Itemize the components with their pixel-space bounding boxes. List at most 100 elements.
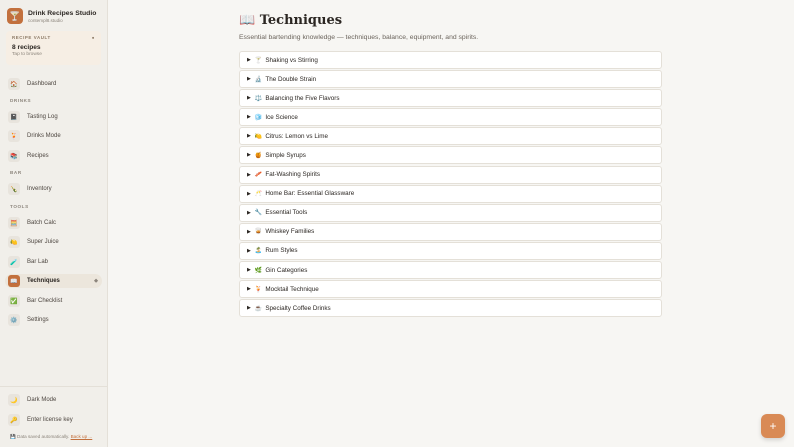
disclosure-triangle-icon: ▶	[247, 247, 251, 254]
wrench-icon: 🔧	[254, 210, 263, 217]
champagne-glasses-icon: 🥂	[254, 191, 263, 198]
moon-icon: 🌙	[8, 394, 20, 406]
notebook-icon: 📓	[8, 111, 20, 123]
sidebar: 🍸 Drink Recipes Studio contempl8.studio …	[0, 0, 108, 447]
disclosure-triangle-icon: ▶	[247, 171, 251, 178]
accordion-item[interactable]: ▶ 🍯 Simple Syrups	[239, 146, 662, 165]
coffee-icon: ☕	[254, 305, 263, 312]
page-title-text: Techniques	[259, 13, 343, 28]
microscope-icon: 🔬	[254, 76, 263, 83]
sidebar-item-label: Techniques	[27, 278, 60, 284]
accordion-item[interactable]: ▶ 🌿 Gin Categories	[239, 261, 662, 280]
accordion-item-label: Mocktail Technique	[265, 285, 319, 293]
accordion-item-label: Simple Syrups	[265, 151, 306, 159]
sidebar-item-dashboard[interactable]: 🏠 Dashboard	[8, 77, 102, 91]
sidebar-item-label: Dashboard	[27, 81, 57, 87]
accordion-item[interactable]: ▶ 🔬 The Double Strain	[239, 70, 662, 89]
accordion-item[interactable]: ▶ 🍹 Mocktail Technique	[239, 280, 662, 299]
sidebar-item-techniques[interactable]: 📖 Techniques ◆	[5, 274, 102, 288]
bacon-icon: 🥓	[254, 172, 263, 179]
sidebar-item-label: Super Juice	[27, 239, 59, 245]
techniques-accordion: ▶ 🍸 Shaking vs Stirring ▶ 🔬 The Double Strain…	[239, 51, 662, 318]
vault-subtitle: Tap to browse	[12, 52, 42, 57]
recipe-vault-card[interactable]: RECIPE VAULT ● 8 recipes Tap to browse	[6, 31, 101, 65]
accordion-item-label: Fat-Washing Spirits	[265, 171, 321, 179]
accordion-item[interactable]: ▶ 🥂 Home Bar: Essential Glassware	[239, 184, 662, 203]
calculator-icon: 🧮	[8, 217, 20, 229]
disclosure-triangle-icon: ▶	[247, 95, 251, 102]
checkbox-icon: ✅	[8, 295, 20, 307]
sidebar-item-label: Inventory	[27, 186, 52, 192]
disclosure-triangle-icon: ▶	[247, 57, 251, 63]
tumbler-glass-icon: 🥃	[254, 229, 263, 236]
lemon-icon: 🍋	[254, 133, 263, 140]
sidebar-item-batch-calc[interactable]: 🧮 Batch Calc	[8, 216, 102, 230]
section-label-drinks: DRINKS	[10, 98, 32, 103]
tropical-drink-icon: 🍹	[254, 286, 263, 293]
accordion-item[interactable]: ▶ 🥃 Whiskey Families	[239, 222, 662, 241]
home-icon: 🏠	[8, 78, 20, 90]
cocktail-icon: 🍹	[8, 130, 20, 142]
sidebar-item-settings[interactable]: ⚙️ Settings	[8, 313, 102, 327]
accordion-item[interactable]: ▶ 🔧 Essential Tools	[239, 203, 662, 222]
accordion-item[interactable]: ▶ 🍸 Shaking vs Stirring	[239, 51, 662, 69]
cocktail-glass-icon: 🍸	[254, 57, 263, 64]
island-icon: 🏝️	[254, 248, 263, 255]
accordion-item-label: Essential Tools	[265, 209, 308, 217]
disclosure-triangle-icon: ▶	[247, 228, 251, 235]
disclosure-triangle-icon: ▶	[247, 209, 251, 216]
brand-title: Drink Recipes Studio	[28, 9, 97, 17]
sidebar-item-drinks-mode[interactable]: 🍹 Drinks Mode	[8, 129, 102, 143]
brand[interactable]: 🍸 Drink Recipes Studio contempl8.studio	[7, 8, 96, 24]
books-icon: 📚	[8, 150, 20, 162]
disclosure-triangle-icon: ▶	[247, 190, 251, 197]
bottle-icon: 🍾	[8, 183, 20, 195]
accordion-item[interactable]: ▶ ⚖️ Balancing the Five Flavors	[239, 89, 662, 108]
plus-icon: +	[769, 419, 777, 433]
disclosure-triangle-icon: ▶	[247, 114, 251, 121]
sidebar-item-super-juice[interactable]: 🍋 Super Juice	[8, 235, 102, 249]
book-icon: 📖	[8, 275, 20, 287]
sidebar-item-bar-checklist[interactable]: ✅ Bar Checklist	[8, 294, 102, 308]
accordion-item-label: Whiskey Families	[265, 228, 315, 236]
sidebar-item-recipes[interactable]: 📚 Recipes	[8, 149, 102, 163]
accordion-item[interactable]: ▶ 🧊 Ice Science	[239, 108, 662, 127]
brand-subtitle: contempl8.studio	[28, 17, 63, 23]
license-key-button[interactable]: 🔑 Enter license key	[8, 413, 102, 427]
gear-icon: ⚙️	[8, 314, 20, 326]
accordion-item-label: Rum Styles	[265, 247, 298, 255]
accordion-item-label: Home Bar: Essential Glassware	[265, 190, 355, 198]
backup-link[interactable]: Back up ...	[71, 434, 93, 439]
autosave-note: 💾 Data saved automatically. Back up ...	[10, 434, 92, 440]
herb-icon: 🌿	[254, 267, 263, 274]
sidebar-item-label: Batch Calc	[27, 220, 57, 226]
lemon-icon: 🍋	[8, 236, 20, 248]
sidebar-item-tasting-log[interactable]: 📓 Tasting Log	[8, 110, 102, 124]
disclosure-triangle-icon: ▶	[247, 76, 251, 83]
accordion-item[interactable]: ▶ 🍋 Citrus: Lemon vs Lime	[239, 127, 662, 146]
accordion-item[interactable]: ▶ 🏝️ Rum Styles	[239, 241, 662, 260]
accordion-item-label: Gin Categories	[265, 266, 308, 274]
sidebar-item-label: Tasting Log	[27, 114, 58, 120]
key-icon: 🔑	[8, 414, 20, 426]
accordion-item-label: Specialty Coffee Drinks	[265, 304, 331, 312]
add-fab-button[interactable]: +	[761, 414, 785, 438]
accordion-item[interactable]: ▶ 🥓 Fat-Washing Spirits	[239, 165, 662, 184]
sidebar-item-inventory[interactable]: 🍾 Inventory	[8, 182, 102, 196]
page-title: 📖 Techniques	[239, 13, 342, 28]
disclosure-triangle-icon: ▶	[247, 133, 251, 140]
accordion-item-label: The Double Strain	[265, 75, 317, 83]
page-subtitle: Essential bartending knowledge — techniq…	[239, 34, 479, 41]
scales-icon: ⚖️	[254, 95, 263, 102]
disclosure-triangle-icon: ▶	[247, 152, 251, 159]
sidebar-item-bar-lab[interactable]: 🧪 Bar Lab	[8, 255, 102, 269]
accordion-item-label: Citrus: Lemon vs Lime	[265, 132, 328, 140]
accordion-item[interactable]: ▶ ☕ Specialty Coffee Drinks	[239, 299, 662, 318]
accordion-item-label: Shaking vs Stirring	[265, 56, 318, 64]
sidebar-item-label: Drinks Mode	[27, 133, 61, 139]
vault-dot-icon: ●	[91, 35, 95, 40]
accordion-item-label: Balancing the Five Flavors	[265, 94, 340, 102]
dark-mode-toggle[interactable]: 🌙 Dark Mode	[8, 393, 102, 407]
sidebar-item-label: Settings	[27, 317, 49, 323]
sidebar-item-label: Bar Checklist	[27, 298, 63, 304]
